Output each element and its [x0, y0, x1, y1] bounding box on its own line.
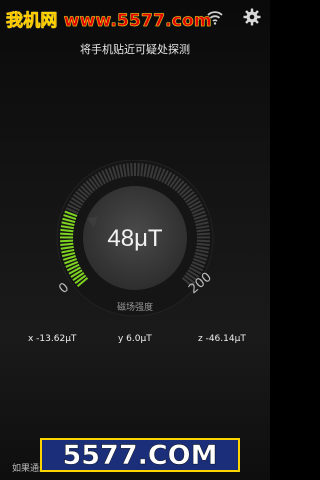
magnetic-reading: 48μT [107, 225, 163, 252]
watermark-logo: 5577.COM [40, 438, 240, 472]
magnetometer-screen: 我机网 www.5577.com 将手机贴近可疑处探测 48μT 0 200 磁… [0, 0, 270, 480]
axis-z-value: z -46.14μT [198, 334, 246, 344]
instruction-text: 将手机贴近可疑处探测 [80, 43, 190, 56]
watermark-text: 我机网 www.5577.com [6, 11, 212, 32]
axis-y-value: y 6.0μT [118, 334, 152, 344]
gauge-caption: 磁场强度 [116, 303, 153, 313]
watermark-bar: 我机网 www.5577.com [0, 0, 270, 36]
gauge-tick [60, 239, 74, 243]
gear-icon[interactable] [243, 8, 261, 26]
gauge-tick [196, 242, 210, 246]
gauge-tick [196, 239, 210, 243]
gauge-tick [196, 228, 210, 233]
gauge-tick [196, 232, 210, 236]
gauge-tick [137, 163, 140, 177]
gauge-tick [130, 163, 133, 177]
gauge-tick [60, 228, 74, 233]
gauge-tick [140, 163, 144, 177]
gauge-tick [60, 232, 74, 236]
gauge-tick [126, 163, 130, 177]
wifi-icon[interactable] [206, 9, 224, 25]
axis-x-value: x -13.62μT [28, 334, 77, 344]
gauge-tick [60, 242, 74, 246]
